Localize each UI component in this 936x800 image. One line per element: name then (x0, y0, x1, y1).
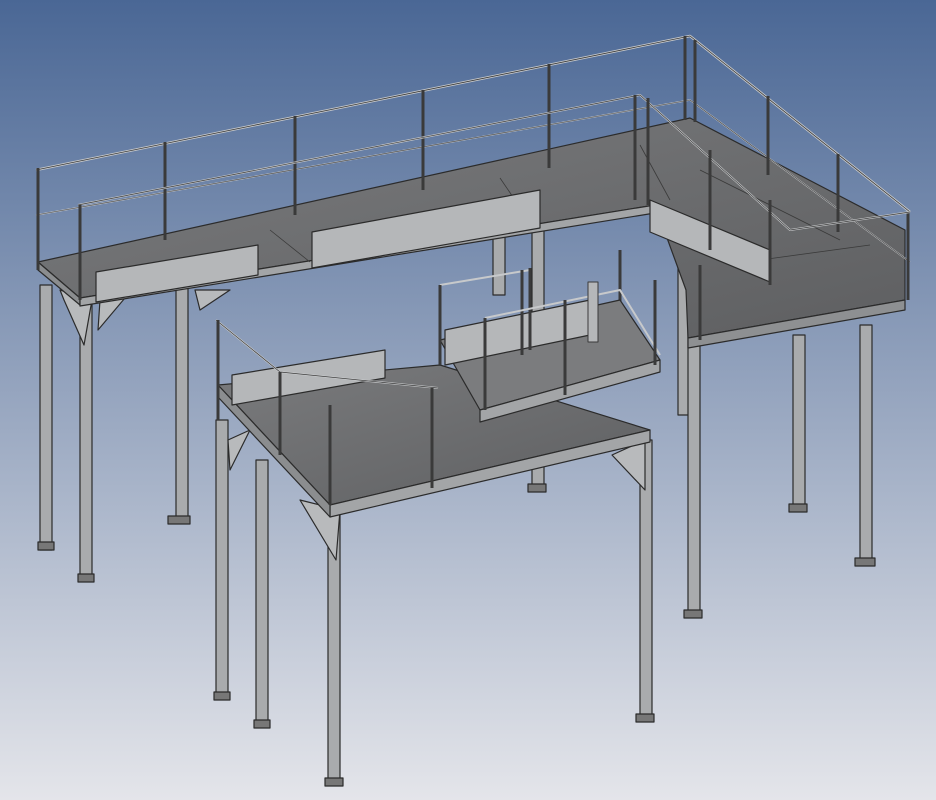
leg (39, 284, 53, 551)
leg (255, 459, 269, 727)
leg (687, 329, 701, 616)
leg (175, 284, 189, 521)
platform-3d-model[interactable] (0, 0, 936, 800)
cad-3d-viewport[interactable] (0, 0, 936, 800)
leg (79, 299, 93, 581)
leg (215, 419, 229, 699)
leg (792, 334, 806, 511)
leg (859, 324, 873, 564)
